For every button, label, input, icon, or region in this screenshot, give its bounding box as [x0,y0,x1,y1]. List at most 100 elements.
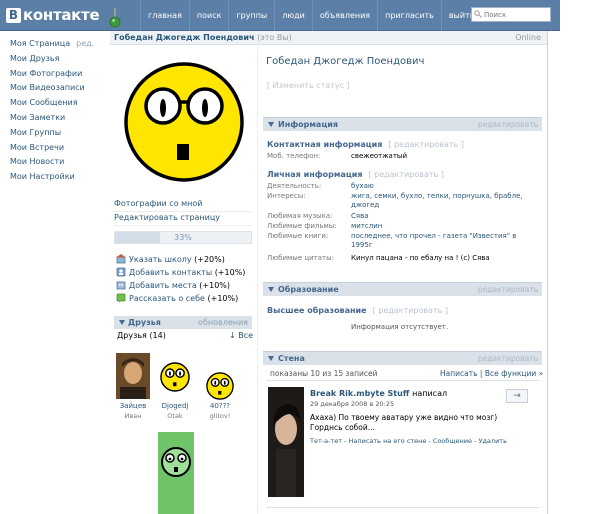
menu-edit-link[interactable]: ред. [76,39,94,48]
photos-with-me-link[interactable]: Фотографии со мной [114,199,252,212]
collapse-triangle-icon [119,320,125,325]
post-actions[interactable]: Тет-а-тет - Написать на его стене - Сооб… [310,437,507,445]
education-section-title: Образование [278,285,339,294]
collapse-triangle-icon [268,122,274,127]
menu-events[interactable]: Мои Встречи [10,141,100,156]
friend-photo[interactable] [158,432,194,514]
profile-full-name: Гобедан Джогедж Поендович [266,56,425,67]
friend-subname: glitov! [209,412,231,420]
search-icon [474,10,482,18]
nav-home[interactable]: главная [140,0,189,31]
post-date: 29 декабря 2008 в 20:25 [310,400,395,408]
phone-value: свежеотжатый [351,152,408,160]
friend-subname: Иван [124,412,142,420]
about-icon [116,293,126,303]
search-input[interactable] [471,7,551,22]
films-value[interactable]: митслин [351,222,526,231]
music-label: Любимая музыка: [267,212,333,220]
main-nav: главная поиск группы люди объявления при… [140,0,482,31]
books-value[interactable]: последнее, что прочел - газета "Известия… [351,232,526,250]
profile-completion-bar: 33% [114,231,252,244]
collapse-triangle-icon [268,356,274,361]
post-reply-arrow-icon[interactable]: → [506,389,528,403]
friend-subname: Otak [167,412,183,420]
profile-name-bar: Гобедан Джогедж Поендович (это Вы) [114,33,292,42]
profile-title-bar: Гобедан Джогедж Поендович (это Вы) Onlin… [110,31,547,45]
interests-label: Интересы: [267,192,306,200]
edit-page-link[interactable]: Редактировать страницу [114,213,252,226]
personal-edit-link[interactable]: [ редактировать ] [369,170,444,179]
interests-value[interactable]: жига, семки, бухло, телки, порнушка, бра… [351,192,526,210]
activity-label: Деятельность: [267,182,322,190]
friend-name[interactable]: Зайцев [109,402,157,410]
menu-news[interactable]: Мои Новости [10,155,100,170]
menu-notes[interactable]: Мои Заметки [10,111,100,126]
contact-info-title: Контактная информация[ редактировать ] [267,140,464,149]
education-edit-link[interactable]: редактировать [478,285,538,294]
collapse-triangle-icon [268,287,274,292]
education-section-header[interactable]: Образование редактировать [263,282,542,296]
post-author-link[interactable]: Break Rik.mbyte Stuff [310,389,409,398]
logo-text: контакте [23,6,100,24]
post-divider [266,507,539,508]
education-missing: Информация отсутствует. [351,323,449,331]
music-value[interactable]: Сява [351,212,526,221]
menu-my-page[interactable]: Моя Страница ред. [10,37,100,52]
friend-photo[interactable] [116,353,150,399]
tip-school[interactable]: Указать школу (+20%) [116,254,225,264]
contact-edit-link[interactable]: [ редактировать ] [388,140,463,149]
friend-photo[interactable] [160,362,190,392]
avatar[interactable] [122,60,246,184]
wall-all-functions-link[interactable]: Все функции » [485,369,543,378]
content-border [547,31,548,514]
school-icon [116,254,126,264]
books-label: Любимые книги: [267,232,329,240]
menu-photos[interactable]: Мои Фотографии [10,67,100,82]
nav-groups[interactable]: группы [228,0,274,31]
wall-write-link[interactable]: Написать [440,369,478,378]
post-text: Ахаха) По твоему аватару уже видно что м… [310,413,498,432]
wall-count: показаны 10 из 15 записей [270,369,378,378]
wall-edit-link[interactable]: редактировать [478,354,538,363]
friend-name[interactable]: Djogedj [151,402,199,410]
wall-divider [266,380,539,381]
wall-section-header[interactable]: Стена редактировать [263,351,542,365]
christmas-ornament-icon [109,8,121,28]
friends-updates-link[interactable]: обновления [198,318,248,327]
menu-messages[interactable]: Мои Сообщения [10,96,100,111]
nav-invite[interactable]: пригласить [377,0,441,31]
nav-people[interactable]: люди [274,0,312,31]
friends-all-link[interactable]: ↓ Все [229,331,253,340]
menu-settings[interactable]: Мои Настройки [10,170,100,185]
wall-section-title: Стена [278,354,305,363]
change-status-link[interactable]: [ Изменить статус ] [267,81,350,90]
info-edit-link[interactable]: редактировать [478,120,538,129]
nav-search[interactable]: поиск [188,0,229,31]
friends-section-header[interactable]: Друзья обновления [114,316,252,329]
nav-ads[interactable]: объявления [311,0,377,31]
higher-education-title: Высшее образование[ редактировать ] [267,306,448,315]
higher-edit-link[interactable]: [ редактировать ] [373,306,448,315]
menu-friends[interactable]: Мои Друзья [10,52,100,67]
post-author: Break Rik.mbyte Stuff написал [310,389,448,398]
phone-label: Моб. телефон: [267,152,321,160]
activity-value[interactable]: бухаю [351,182,526,191]
tip-about[interactable]: Рассказать о себе (+10%) [116,293,238,303]
films-label: Любимые фильмы: [267,222,337,230]
friend-photo[interactable] [206,372,234,400]
friends-count: Друзья (14) [117,331,166,340]
logo[interactable]: В контакте [6,5,100,25]
info-section-header[interactable]: Информация редактировать [263,117,542,131]
friend-name[interactable]: 40??? [196,402,244,410]
menu-groups[interactable]: Мои Группы [10,126,100,141]
menu-videos[interactable]: Мои Видеозаписи [10,81,100,96]
tip-places[interactable]: Добавить места (+10%) [116,280,230,290]
left-menu: Моя Страница ред. Мои Друзья Мои Фотограф… [10,37,100,185]
quotes-label: Любимые цитаты: [267,254,335,262]
column-divider [257,45,258,514]
personal-info-title: Личная информация[ редактировать ] [267,170,444,179]
tip-contacts[interactable]: Добавить контакты (+10%) [116,267,245,277]
post-author-photo[interactable] [268,387,304,497]
friends-title: Друзья [128,318,161,327]
info-section-title: Информация [278,120,338,129]
